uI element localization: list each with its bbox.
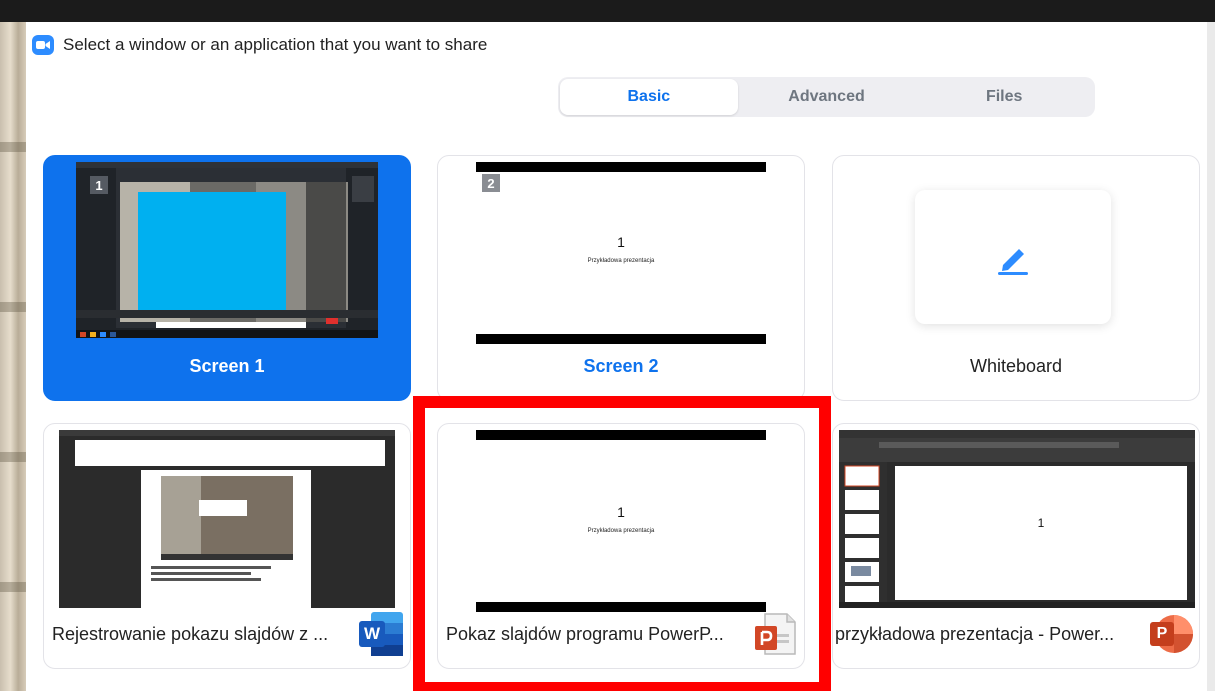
slide-preview: 1 Przykładowa prezentacja [476, 162, 766, 348]
screen-number-badge: 1 [90, 176, 108, 194]
screen-2-thumbnail: 1 Przykładowa prezentacja 2 [470, 162, 772, 348]
powerpoint-window-thumbnail: 1 [839, 430, 1195, 608]
share-source-powerpoint-window[interactable]: 1 przykładowa prezentacja - Power... P [832, 423, 1200, 669]
slide-number: 1 [617, 234, 625, 250]
source-label: Rejestrowanie pokazu slajdów z ... [52, 624, 329, 644]
share-source-word-window[interactable]: Rejestrowanie pokazu slajdów z ... W [43, 423, 411, 669]
share-screen-dialog: Select a window or an application that y… [26, 22, 1207, 691]
zoom-camera-icon [32, 35, 54, 55]
powerpoint-icon: P [1146, 610, 1194, 658]
word-icon-letter: W [363, 624, 381, 643]
source-label: przykładowa prezentacja - Power... [835, 624, 1115, 644]
share-source-screen-2[interactable]: 1 Przykładowa prezentacja 2 Screen 2 [437, 155, 805, 401]
dialog-title: Select a window or an application that y… [63, 35, 488, 54]
slide-subtitle: Przykładowa prezentacja [587, 258, 655, 264]
slide-subtitle: Przykładowa prezentacja [587, 528, 655, 534]
whiteboard-tile [915, 190, 1111, 324]
powerpoint-icon-letter: P [1156, 625, 1168, 642]
powerpoint-slideshow-icon [751, 610, 799, 658]
source-label: Screen 1 [189, 356, 265, 376]
title-bar: Select a window or an application that y… [32, 34, 487, 56]
tab-basic[interactable]: Basic [560, 79, 738, 115]
slide-preview: 1 Przykładowa prezentacja [476, 430, 766, 616]
share-source-whiteboard[interactable]: Whiteboard [832, 155, 1200, 401]
source-label: Pokaz slajdów programu PowerP... [446, 624, 724, 644]
background-desktop-left [0, 22, 26, 691]
screen-1-thumbnail: 1 [76, 162, 378, 338]
tab-advanced[interactable]: Advanced [738, 79, 916, 115]
slideshow-thumbnail: 1 Przykładowa prezentacja [470, 430, 772, 616]
tab-bar: Basic Advanced Files [558, 77, 1095, 117]
word-icon: W [357, 610, 405, 658]
pen-icon [998, 249, 1028, 275]
source-label: Screen 2 [583, 356, 659, 376]
background-desktop-right [1207, 22, 1215, 691]
slide-number: 1 [617, 504, 625, 520]
source-label: Whiteboard [969, 356, 1063, 376]
word-window-thumbnail [59, 430, 395, 608]
tab-files[interactable]: Files [915, 79, 1093, 115]
screen-number-badge: 2 [482, 174, 500, 192]
slide-number: 1 [1037, 516, 1045, 530]
share-source-screen-1[interactable]: 1 Screen 1 [43, 155, 411, 401]
share-source-powerpoint-slideshow[interactable]: 1 Przykładowa prezentacja Pokaz slajdów … [437, 423, 805, 669]
